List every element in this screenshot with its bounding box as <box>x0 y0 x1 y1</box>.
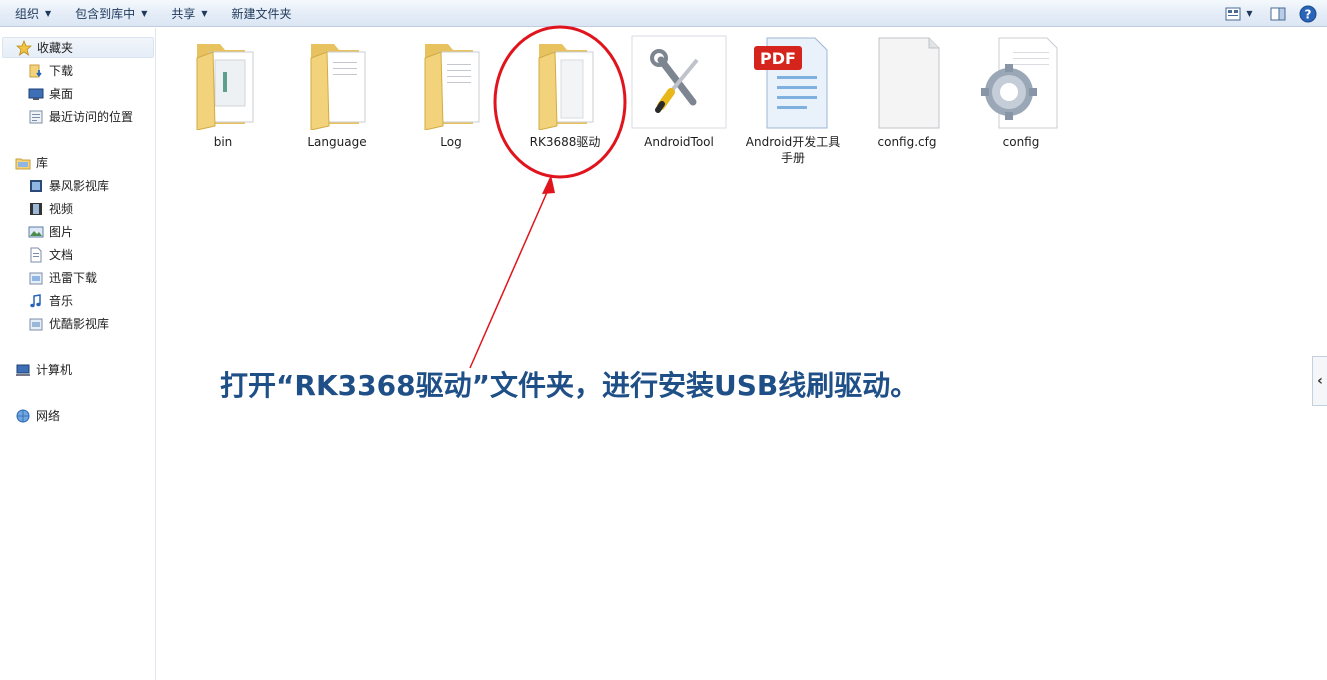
file-list: bin Language Log RK3688驱动 AndroidTool PD… <box>157 28 1327 680</box>
nav-item-label: 桌面 <box>49 87 74 101</box>
organize-label: 组织 <box>15 6 40 21</box>
computer-icon <box>15 362 31 378</box>
nav-item-music[interactable]: 音乐 <box>28 290 73 311</box>
nav-item-label: 音乐 <box>49 294 74 308</box>
svg-text:?: ? <box>1305 7 1312 21</box>
picture-icon <box>28 224 44 240</box>
file-item-config[interactable]: config <box>966 34 1076 150</box>
nav-item-label: 文档 <box>49 248 74 262</box>
nav-item-documents[interactable]: 文档 <box>28 244 73 265</box>
nav-item-label: 视频 <box>49 202 74 216</box>
nav-network[interactable]: 网络 <box>15 405 60 426</box>
recent-places-icon <box>28 109 44 125</box>
star-icon <box>16 39 32 56</box>
download-folder-icon <box>28 63 44 79</box>
chevron-down-icon: ▼ <box>45 8 52 18</box>
nav-item-xunlei-downloads[interactable]: 迅雷下载 <box>28 267 97 288</box>
details-pane-toggle[interactable]: ‹ <box>1312 356 1327 406</box>
folder-icon <box>403 34 499 130</box>
file-item-bin[interactable]: bin <box>168 34 278 150</box>
pdf-file-icon: PDF <box>745 34 841 130</box>
nav-computer[interactable]: 计算机 <box>15 359 72 380</box>
file-name: RK3688驱动 <box>529 135 601 149</box>
chevron-down-icon: ▼ <box>141 8 148 18</box>
nav-network-label: 网络 <box>36 409 61 423</box>
folder-icon <box>517 34 613 130</box>
network-icon <box>15 408 31 424</box>
preview-pane-button[interactable] <box>1267 4 1289 24</box>
nav-item-label: 最近访问的位置 <box>49 110 134 124</box>
file-name: Language <box>307 135 367 149</box>
tools-icon <box>631 34 727 130</box>
new-folder-button[interactable]: 新建文件夹 <box>223 2 301 25</box>
chevron-down-icon: ▼ <box>201 8 208 18</box>
navigation-pane: 收藏夹 下载 桌面 最近访问的位置 库 暴风影视库 视频 图片 文档 迅雷下载 … <box>0 28 156 680</box>
nav-item-baofeng-library[interactable]: 暴风影视库 <box>28 175 109 196</box>
nav-item-label: 暴风影视库 <box>49 179 110 193</box>
file-item-rk3688-driver[interactable]: RK3688驱动 <box>510 34 620 150</box>
nav-item-label: 迅雷下载 <box>49 271 98 285</box>
help-icon: ? <box>1299 5 1317 22</box>
file-item-language[interactable]: Language <box>282 34 392 150</box>
include-in-library-label: 包含到库中 <box>75 6 136 21</box>
chevron-left-icon: ‹ <box>1317 373 1323 389</box>
nav-item-label: 优酷影视库 <box>49 317 110 331</box>
file-item-config-cfg[interactable]: config.cfg <box>852 34 962 150</box>
include-in-library-menu[interactable]: 包含到库中 ▼ <box>66 2 156 25</box>
command-bar: 组织 ▼ 包含到库中 ▼ 共享 ▼ 新建文件夹 ▼ ? <box>0 0 1327 27</box>
nav-libraries[interactable]: 库 <box>15 152 48 173</box>
instruction-caption: 打开“RK3368驱动”文件夹，进行安装USB线刷驱动。 <box>220 369 919 402</box>
share-menu[interactable]: 共享 ▼ <box>162 2 216 25</box>
view-icon <box>1225 7 1241 20</box>
music-icon <box>28 293 44 309</box>
nav-favorites-label: 收藏夹 <box>37 41 74 55</box>
chevron-down-icon: ▼ <box>1246 9 1253 18</box>
nav-item-recent-places[interactable]: 最近访问的位置 <box>28 106 133 127</box>
file-name: config.cfg <box>877 135 937 149</box>
new-folder-label: 新建文件夹 <box>231 6 292 21</box>
file-name: AndroidTool <box>644 135 714 149</box>
video-library-icon <box>28 316 44 332</box>
nav-libraries-label: 库 <box>36 156 49 170</box>
pdf-badge: PDF <box>760 49 796 68</box>
nav-item-pictures[interactable]: 图片 <box>28 221 73 242</box>
nav-item-downloads[interactable]: 下载 <box>28 60 73 81</box>
help-button[interactable]: ? <box>1297 4 1319 24</box>
video-icon <box>28 201 44 217</box>
library-icon <box>15 155 31 171</box>
file-item-log[interactable]: Log <box>396 34 506 150</box>
blank-file-icon <box>859 34 955 130</box>
film-library-icon <box>28 178 44 194</box>
folder-icon <box>289 34 385 130</box>
nav-item-label: 下载 <box>49 64 74 78</box>
organize-menu[interactable]: 组织 ▼ <box>6 2 60 25</box>
nav-item-label: 图片 <box>49 225 74 239</box>
nav-item-videos[interactable]: 视频 <box>28 198 73 219</box>
share-label: 共享 <box>171 6 196 21</box>
folder-icon <box>175 34 271 130</box>
document-icon <box>28 247 44 263</box>
desktop-icon <box>28 86 44 102</box>
file-item-androidtool[interactable]: AndroidTool <box>624 34 734 150</box>
file-name: Android开发工具手册 <box>745 135 841 165</box>
nav-favorites[interactable]: 收藏夹 <box>2 37 154 58</box>
file-item-android-dev-manual[interactable]: PDF Android开发工具手册 <box>738 34 848 166</box>
download-library-icon <box>28 270 44 286</box>
nav-item-youku-library[interactable]: 优酷影视库 <box>28 313 109 334</box>
settings-file-icon <box>973 34 1069 130</box>
file-name: config <box>1002 135 1040 149</box>
file-name: bin <box>213 135 233 149</box>
nav-item-desktop[interactable]: 桌面 <box>28 83 73 104</box>
file-name: Log <box>440 135 462 149</box>
change-view-button[interactable]: ▼ <box>1219 4 1259 24</box>
preview-pane-icon <box>1270 7 1286 20</box>
nav-computer-label: 计算机 <box>36 363 73 377</box>
